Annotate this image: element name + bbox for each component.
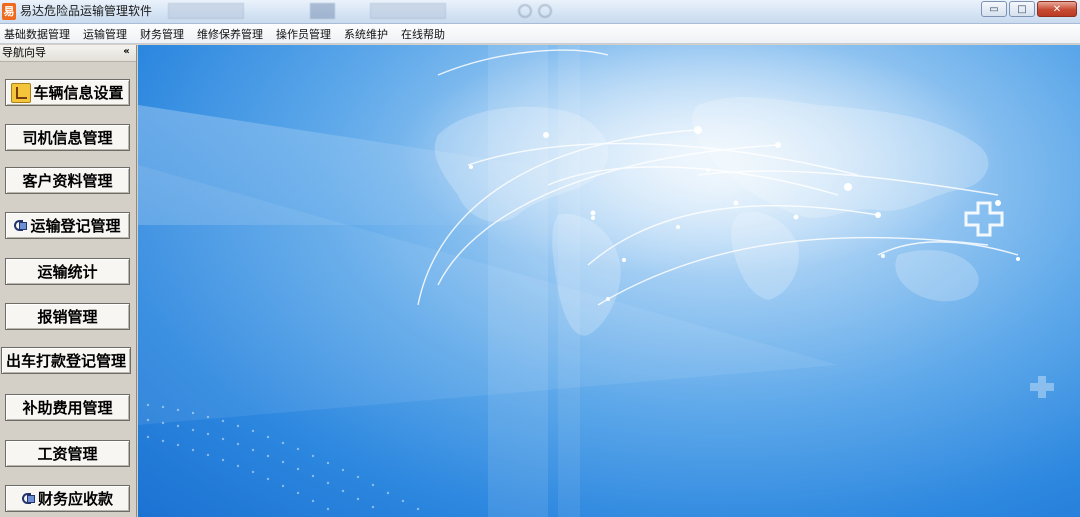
nav-button-label: 工资管理: [37, 445, 98, 463]
nav-button-transport-register[interactable]: 运输登记管理: [5, 212, 130, 239]
world-network-illustration: [138, 45, 1054, 517]
navigation-title: 导航向导: [2, 46, 46, 59]
nav-button-transport-stats[interactable]: 运输统计: [5, 258, 130, 285]
background-window-ghost: [150, 3, 447, 19]
menu-operator[interactable]: 操作员管理: [276, 26, 331, 42]
nav-button-label: 报销管理: [37, 308, 98, 326]
nav-button-salary[interactable]: 工资管理: [5, 440, 130, 467]
nav-button-subsidy[interactable]: 补助费用管理: [5, 394, 130, 421]
menu-basic-data[interactable]: 基础数据管理: [4, 26, 70, 42]
medical-cross-icon: [964, 201, 1054, 398]
window-title: 易达危险品运输管理软件: [20, 4, 153, 18]
nav-button-dispatch-payment[interactable]: 出车打款登记管理: [1, 347, 131, 374]
nav-button-label: 补助费用管理: [22, 399, 113, 417]
menu-maintenance[interactable]: 维修保养管理: [197, 26, 263, 42]
app-icon: 易: [2, 3, 16, 20]
nav-button-label: 出车打款登记管理: [5, 352, 126, 370]
main-background: [138, 45, 1080, 517]
maximize-button[interactable]: □: [1009, 1, 1035, 17]
nav-button-label: 运输统计: [37, 263, 98, 281]
menu-finance[interactable]: 财务管理: [140, 26, 184, 42]
nav-button-reimbursement[interactable]: 报销管理: [5, 303, 130, 330]
navigation-header: 导航向导 «: [0, 45, 136, 62]
transport-icon: [14, 219, 28, 233]
menu-bar: 基础数据管理 运输管理 财务管理 维修保养管理 操作员管理 系统维护 在线帮助: [0, 24, 1080, 44]
menu-help[interactable]: 在线帮助: [401, 26, 445, 42]
window-controls: ▭ □ ✕: [981, 1, 1077, 17]
minimize-button[interactable]: ▭: [981, 1, 1007, 17]
title-bar: 易 易达危险品运输管理软件 ▭ □ ✕: [0, 0, 1080, 24]
nav-button-label: 财务应收款: [37, 490, 113, 508]
close-button[interactable]: ✕: [1037, 1, 1077, 17]
nav-button-vehicle-info[interactable]: 车辆信息设置: [5, 79, 130, 106]
nav-button-label: 车辆信息设置: [33, 84, 124, 102]
menu-transport[interactable]: 运输管理: [83, 26, 127, 42]
navigation-panel: 导航向导 « 车辆信息设置 司机信息管理 客户资料管理 运输登记管理 运输统计 …: [0, 45, 137, 517]
menu-system[interactable]: 系统维护: [344, 26, 388, 42]
background-ghost-icons: [518, 4, 552, 18]
nav-button-label: 客户资料管理: [22, 172, 113, 190]
finance-icon: [21, 492, 36, 506]
vehicle-key-icon: [11, 82, 32, 103]
nav-button-label: 司机信息管理: [22, 129, 113, 147]
nav-button-driver-info[interactable]: 司机信息管理: [5, 124, 130, 151]
nav-button-customer-data[interactable]: 客户资料管理: [5, 167, 130, 194]
collapse-icon[interactable]: «: [120, 46, 133, 59]
nav-button-label: 运输登记管理: [30, 217, 121, 235]
nav-button-receivables[interactable]: 财务应收款: [5, 485, 130, 512]
